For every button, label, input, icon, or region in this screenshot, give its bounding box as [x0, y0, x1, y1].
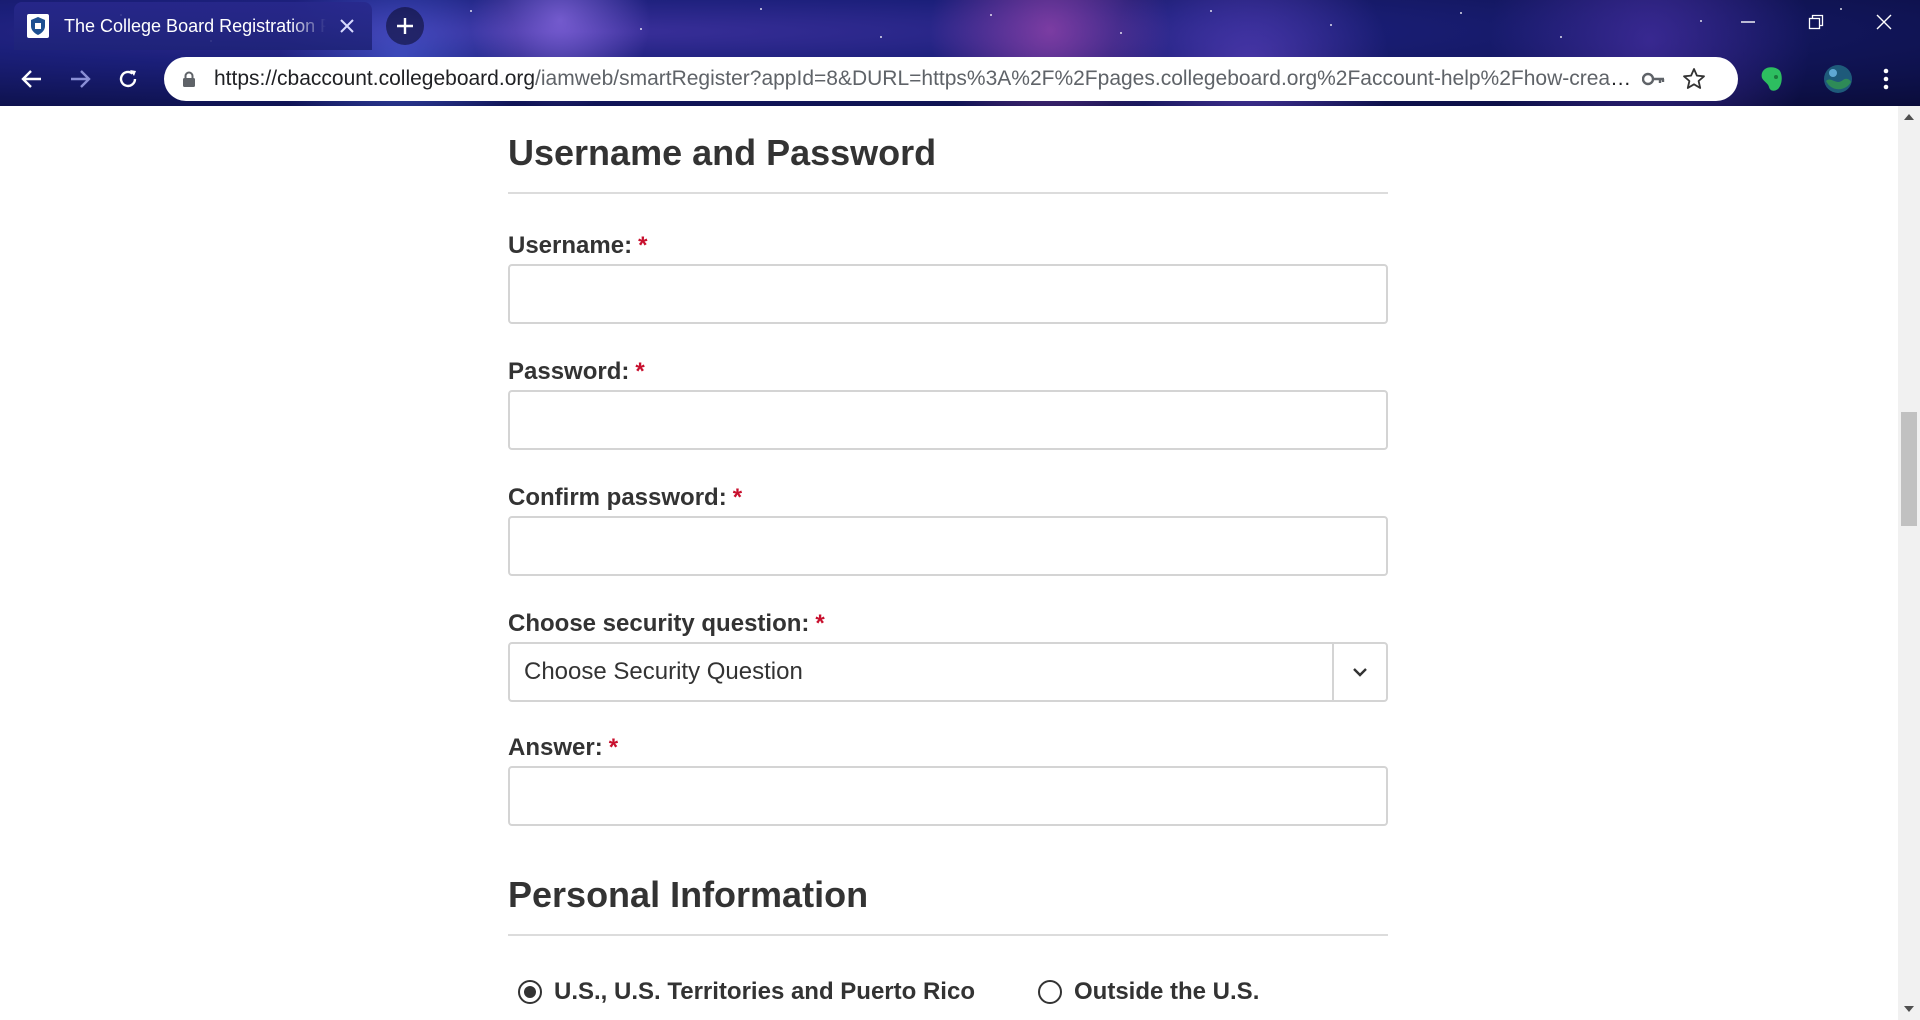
evernote-extension-icon[interactable]	[1754, 61, 1790, 97]
required-marker: *	[635, 358, 645, 385]
radio-option-outside-us[interactable]: Outside the U.S.	[1038, 978, 1259, 1006]
required-marker: *	[608, 734, 619, 761]
page-viewport: Username and Password Username: * Passwor…	[0, 106, 1898, 1020]
radio-label-us: U.S., U.S. Territories and Puerto Rico	[554, 978, 975, 1005]
scroll-down-arrow-icon[interactable]	[1898, 998, 1920, 1020]
browser-menu-button[interactable]	[1868, 61, 1904, 97]
forward-arrow-icon	[71, 70, 91, 88]
security-question-value: Choose Security Question	[524, 658, 803, 685]
new-tab-button[interactable]	[386, 7, 424, 45]
plus-icon	[397, 18, 413, 34]
reload-button[interactable]	[109, 60, 147, 98]
required-marker: *	[732, 484, 743, 511]
close-icon	[1876, 14, 1892, 30]
radio-label-outside-us: Outside the U.S.	[1074, 978, 1260, 1005]
key-icon[interactable]	[1634, 59, 1674, 99]
lock-icon[interactable]	[180, 70, 198, 88]
scrollbar-thumb[interactable]	[1901, 412, 1917, 526]
radio-button-unselected[interactable]	[1038, 980, 1062, 1004]
security-question-select[interactable]: Choose Security Question	[508, 642, 1388, 702]
browser-chrome: The College Board Registration Page http…	[0, 0, 1920, 106]
url-host: https://cbaccount.collegeboard.org	[214, 67, 536, 90]
close-tab-icon[interactable]	[336, 15, 358, 37]
confirm-password-label: Confirm password: *	[508, 484, 743, 511]
required-marker: *	[638, 232, 648, 259]
forward-button[interactable]	[61, 60, 99, 98]
chevron-down-icon[interactable]	[1332, 644, 1386, 700]
minimize-icon	[1741, 21, 1755, 23]
bookmark-star-icon[interactable]	[1674, 59, 1714, 99]
close-window-button[interactable]	[1850, 0, 1918, 44]
reload-icon	[119, 70, 137, 88]
kebab-menu-icon	[1883, 68, 1889, 90]
back-button[interactable]	[13, 60, 51, 98]
minimize-button[interactable]	[1714, 0, 1782, 44]
security-question-label: Choose security question: *	[508, 610, 825, 637]
browser-tab[interactable]: The College Board Registration Page	[14, 2, 372, 50]
radio-option-us[interactable]: U.S., U.S. Territories and Puerto Rico	[518, 978, 975, 1006]
profile-avatar[interactable]	[1820, 61, 1856, 97]
browser-toolbar: https://cbaccount.collegeboard.org/iamwe…	[0, 52, 1920, 106]
restore-icon	[1808, 14, 1824, 30]
answer-input[interactable]	[508, 766, 1388, 826]
section-divider	[508, 192, 1388, 194]
confirm-password-input[interactable]	[508, 516, 1388, 576]
page-scrollbar[interactable]	[1898, 106, 1920, 1020]
college-board-favicon-icon	[26, 14, 50, 38]
password-label: Password: *	[508, 358, 645, 385]
section-title-username-password: Username and Password	[508, 132, 937, 173]
section-title-personal-information: Personal Information	[508, 874, 869, 915]
username-label: Username: *	[508, 232, 648, 259]
answer-label: Answer: *	[508, 734, 619, 761]
url-path: /iamweb/smartRegister?appId=8&DURL=https…	[535, 67, 1634, 90]
required-marker: *	[815, 610, 825, 637]
restore-button[interactable]	[1782, 0, 1850, 44]
scroll-up-arrow-icon[interactable]	[1898, 106, 1920, 128]
url-text[interactable]: https://cbaccount.collegeboard.org/iamwe…	[214, 67, 1634, 91]
back-arrow-icon	[21, 70, 41, 88]
section-divider	[508, 934, 1388, 936]
address-bar[interactable]: https://cbaccount.collegeboard.org/iamwe…	[164, 57, 1738, 101]
radio-button-selected[interactable]	[518, 980, 542, 1004]
username-input[interactable]	[508, 264, 1388, 324]
password-input[interactable]	[508, 390, 1388, 450]
tab-title: The College Board Registration Page	[64, 15, 326, 36]
